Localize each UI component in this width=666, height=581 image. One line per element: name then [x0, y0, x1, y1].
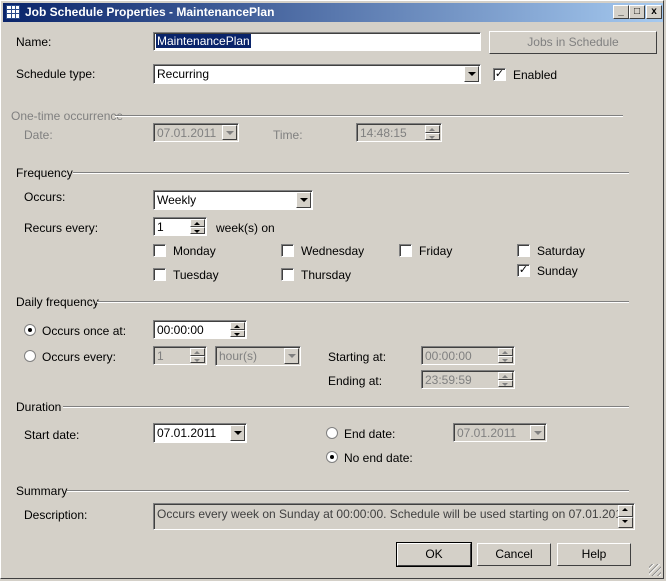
jobs-in-schedule-button[interactable]: Jobs in Schedule — [489, 31, 657, 54]
chevron-down-icon[interactable] — [296, 192, 311, 208]
ending-at-label: Ending at: — [328, 374, 383, 388]
title-bar[interactable]: Job Schedule Properties - MaintenancePla… — [3, 3, 663, 22]
tuesday-checkbox[interactable] — [153, 268, 166, 281]
thursday-label: Thursday — [301, 268, 352, 282]
occurs-once-label: Occurs once at: — [42, 324, 127, 338]
saturday-checkbox[interactable] — [517, 244, 530, 257]
summary-heading: Summary — [16, 484, 68, 498]
one-time-time-input[interactable]: 14:48:15 — [356, 123, 442, 142]
window-title: Job Schedule Properties - MaintenancePla… — [25, 5, 275, 19]
ending-at-value: 23:59:59 — [425, 373, 472, 387]
friday-checkbox[interactable] — [399, 244, 412, 257]
name-label: Name: — [16, 35, 52, 49]
maximize-button[interactable]: □ — [629, 5, 645, 19]
wednesday-label: Wednesday — [301, 244, 365, 258]
recurs-spinner[interactable] — [190, 219, 205, 234]
dialog-window: Job Schedule Properties - MaintenancePla… — [0, 0, 664, 579]
description-value: Occurs every week on Sunday at 00:00:00.… — [157, 507, 632, 521]
one-time-time-label: Time: — [273, 128, 303, 142]
description-scrollbar[interactable] — [618, 505, 633, 528]
every-unit-value: hour(s) — [219, 349, 258, 363]
cancel-button[interactable]: Cancel — [477, 543, 551, 566]
one-time-time-value: 14:48:15 — [360, 126, 407, 140]
one-time-divider — [115, 115, 623, 117]
no-end-date-label: No end date: — [344, 451, 413, 465]
resize-grip-icon[interactable] — [649, 564, 661, 576]
duration-heading: Duration — [16, 400, 62, 414]
close-button[interactable]: x — [646, 5, 662, 19]
sunday-checkbox[interactable]: ✓ — [517, 264, 530, 277]
chevron-down-icon[interactable] — [230, 425, 245, 441]
daily-frequency-heading: Daily frequency — [16, 295, 99, 309]
monday-checkbox[interactable] — [153, 244, 166, 257]
monday-label: Monday — [173, 244, 216, 258]
starting-at-value: 00:00:00 — [425, 349, 472, 363]
chevron-down-icon[interactable] — [464, 66, 479, 82]
one-time-date-value: 07.01.2011 — [157, 126, 217, 140]
ok-button[interactable]: OK — [396, 542, 472, 567]
starting-spinner[interactable] — [498, 348, 513, 363]
occurs-once-radio[interactable] — [24, 324, 36, 336]
occurs-select[interactable]: Weekly — [153, 190, 313, 210]
frequency-heading: Frequency — [16, 166, 73, 180]
no-end-date-radio[interactable] — [326, 451, 338, 463]
wednesday-checkbox[interactable] — [281, 244, 294, 257]
minimize-button[interactable]: _ — [613, 5, 629, 19]
end-date-radio[interactable] — [326, 427, 338, 439]
one-time-date-label: Date: — [24, 128, 53, 142]
ending-spinner[interactable] — [498, 372, 513, 387]
start-date-label: Start date: — [24, 428, 80, 442]
occurs-once-time-input[interactable]: 00:00:00 — [153, 320, 247, 339]
chevron-down-icon[interactable] — [284, 348, 299, 364]
recurs-every-label: Recurs every: — [24, 221, 99, 235]
end-date-label: End date: — [344, 427, 396, 441]
occurs-every-radio[interactable] — [24, 350, 36, 362]
name-input-value: MaintenancePlan — [156, 34, 251, 48]
enabled-checkbox[interactable]: ✓ — [493, 68, 506, 81]
starting-at-input[interactable]: 00:00:00 — [421, 346, 515, 365]
occurs-once-time-value: 00:00:00 — [157, 323, 204, 337]
description-label: Description: — [24, 508, 88, 522]
schedule-grid-icon — [6, 5, 20, 19]
time-spinner[interactable] — [425, 125, 440, 140]
duration-divider — [63, 406, 629, 408]
end-date-value: 07.01.2011 — [457, 426, 517, 440]
sunday-label: Sunday — [537, 264, 578, 278]
daily-frequency-divider — [97, 301, 629, 303]
recurs-every-input[interactable]: 1 — [153, 217, 207, 236]
once-time-spinner[interactable] — [230, 322, 245, 337]
friday-label: Friday — [419, 244, 453, 258]
help-button[interactable]: Help — [557, 543, 631, 566]
schedule-type-value: Recurring — [157, 67, 210, 81]
start-date-value: 07.01.2011 — [157, 426, 217, 440]
end-date-picker[interactable]: 07.01.2011 — [453, 423, 547, 442]
recurs-unit-label: week(s) on — [216, 221, 275, 235]
tuesday-label: Tuesday — [173, 268, 219, 282]
occurs-every-label: Occurs every: — [42, 350, 117, 364]
every-unit-select[interactable]: hour(s) — [215, 346, 301, 366]
occurs-label: Occurs: — [24, 190, 66, 204]
one-time-heading: One-time occurrence — [11, 109, 124, 123]
summary-divider — [67, 490, 629, 492]
starting-at-label: Starting at: — [328, 350, 387, 364]
one-time-date-picker[interactable]: 07.01.2011 — [153, 123, 239, 142]
name-input[interactable]: MaintenancePlan — [153, 32, 481, 51]
saturday-label: Saturday — [537, 244, 586, 258]
chevron-down-icon[interactable] — [530, 425, 545, 440]
schedule-type-label: Schedule type: — [16, 67, 96, 81]
description-textarea[interactable]: Occurs every week on Sunday at 00:00:00.… — [153, 503, 635, 530]
occurs-every-value: 1 — [157, 349, 164, 363]
every-spinner[interactable] — [190, 348, 205, 363]
chevron-down-icon[interactable] — [222, 125, 237, 140]
ending-at-input[interactable]: 23:59:59 — [421, 370, 515, 389]
schedule-type-select[interactable]: Recurring — [153, 64, 481, 84]
occurs-every-input[interactable]: 1 — [153, 346, 207, 365]
enabled-label: Enabled — [513, 68, 558, 82]
start-date-picker[interactable]: 07.01.2011 — [153, 423, 247, 443]
occurs-value: Weekly — [157, 193, 197, 207]
thursday-checkbox[interactable] — [281, 268, 294, 281]
frequency-divider — [73, 172, 629, 174]
recurs-every-value: 1 — [157, 220, 164, 234]
